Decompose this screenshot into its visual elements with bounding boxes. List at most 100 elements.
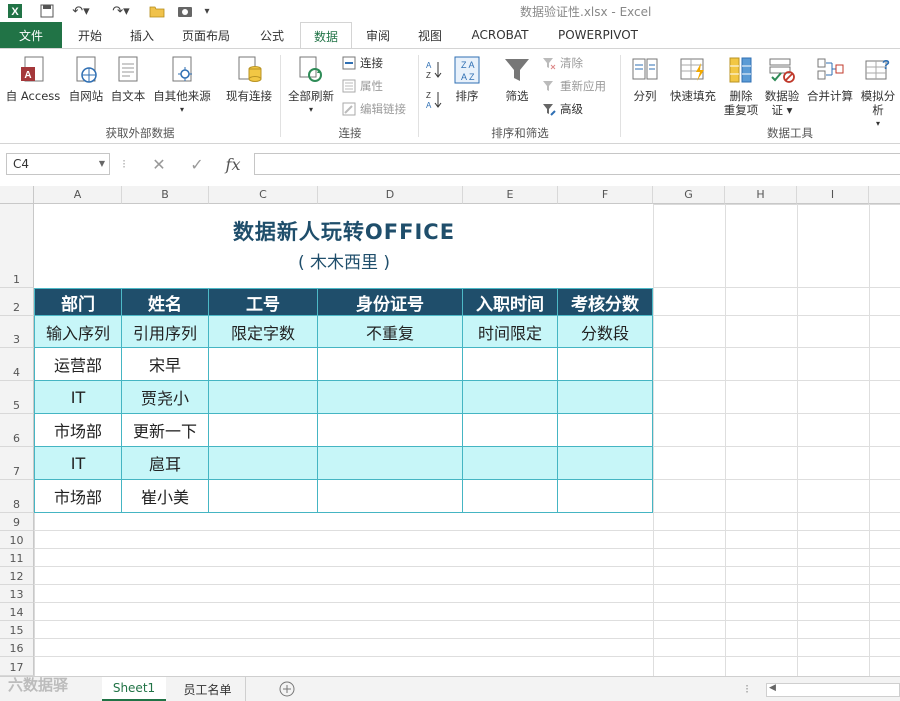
row-header-8[interactable]: 8 [0, 480, 34, 513]
cell-e4[interactable] [463, 348, 558, 381]
tab-data[interactable]: 数据 [300, 22, 352, 49]
cell-a6[interactable]: 市场部 [34, 414, 122, 447]
sheet-tab-employee-list[interactable]: 员工名单 [170, 677, 246, 701]
cell-d5[interactable] [318, 381, 463, 414]
cell-b4[interactable]: 宋早 [122, 348, 209, 381]
column-header-a[interactable]: A [34, 186, 122, 204]
cell-c8[interactable] [209, 480, 318, 513]
consolidate-button[interactable]: 合并计算 [804, 55, 856, 103]
cell-a8[interactable]: 市场部 [34, 480, 122, 513]
column-header-i[interactable]: I [797, 186, 869, 204]
cell-d6[interactable] [318, 414, 463, 447]
row-header-6[interactable]: 6 [0, 414, 34, 447]
row-header-15[interactable]: 15 [0, 621, 34, 639]
cell-e7[interactable] [463, 447, 558, 480]
row-header-2[interactable]: 2 [0, 288, 34, 316]
column-header-e[interactable]: E [463, 186, 558, 204]
cell-a5[interactable]: IT [34, 381, 122, 414]
cell-b6[interactable]: 更新一下 [122, 414, 209, 447]
column-header-g[interactable]: G [653, 186, 725, 204]
tab-page-layout[interactable]: 页面布局 [172, 22, 240, 48]
row-header-5[interactable]: 5 [0, 381, 34, 414]
cancel-icon[interactable]: ✕ [146, 153, 172, 175]
row-header-9[interactable]: 9 [0, 513, 34, 531]
tab-file[interactable]: 文件 [0, 22, 62, 48]
row-header-1[interactable]: 1 [0, 204, 34, 288]
cell-c6[interactable] [209, 414, 318, 447]
edit-links-button[interactable]: 编辑链接 [342, 101, 406, 117]
header-hire-date[interactable]: 入职时间 [463, 288, 558, 316]
tab-acrobat[interactable]: ACROBAT [462, 22, 538, 48]
column-header-c[interactable]: C [209, 186, 318, 204]
cell-f7[interactable] [558, 447, 653, 480]
cell-d8[interactable] [318, 480, 463, 513]
data-validation-button[interactable]: 数据验 证 ▾ [762, 55, 802, 117]
sort-button[interactable]: Z A A Z 排序 [448, 55, 486, 103]
connections-button[interactable]: 连接 [342, 55, 383, 71]
text-to-columns-button[interactable]: 分列 [626, 55, 664, 103]
cell-f8[interactable] [558, 480, 653, 513]
column-header-f[interactable]: F [558, 186, 653, 204]
column-header-h[interactable]: H [725, 186, 797, 204]
header-name[interactable]: 姓名 [122, 288, 209, 316]
properties-button[interactable]: 属性 [342, 78, 383, 94]
chevron-down-icon[interactable]: ▼ [99, 154, 105, 174]
cell-a4[interactable]: 运营部 [34, 348, 122, 381]
from-other-sources-button[interactable]: 自其他来源 ▾ [150, 55, 214, 117]
cell-b8[interactable]: 崔小美 [122, 480, 209, 513]
cell-e6[interactable] [463, 414, 558, 447]
cell-e5[interactable] [463, 381, 558, 414]
select-all-corner[interactable] [0, 186, 34, 204]
tab-insert[interactable]: 插入 [118, 22, 166, 48]
save-icon[interactable] [38, 2, 56, 20]
cell-b7[interactable]: 扈耳 [122, 447, 209, 480]
tab-view[interactable]: 视图 [408, 22, 452, 48]
row-header-14[interactable]: 14 [0, 603, 34, 621]
tab-formulas[interactable]: 公式 [248, 22, 296, 48]
open-folder-icon[interactable] [148, 2, 166, 20]
cell-c5[interactable] [209, 381, 318, 414]
what-if-analysis-button[interactable]: ? 模拟分析 ▾ [856, 55, 900, 131]
reapply-filter-button[interactable]: 重新应用 [542, 78, 606, 94]
header-department[interactable]: 部门 [34, 288, 122, 316]
worksheet-grid[interactable]: A B C D E F G H I 1 2 3 4 5 6 7 8 9 10 1… [0, 186, 900, 676]
rule-cell-c3[interactable]: 限定字数 [209, 316, 318, 348]
sort-ascending-button[interactable]: AZ [426, 59, 442, 81]
flash-fill-button[interactable]: 快速填充 [666, 55, 720, 103]
row-header-16[interactable]: 16 [0, 639, 34, 657]
sheet-tab-sheet1[interactable]: Sheet1 [102, 677, 166, 701]
rule-cell-f3[interactable]: 分数段 [558, 316, 653, 348]
redo-icon[interactable]: ↷▾ [108, 2, 134, 20]
row-header-11[interactable]: 11 [0, 549, 34, 567]
cell-e8[interactable] [463, 480, 558, 513]
cell-a7[interactable]: IT [34, 447, 122, 480]
remove-duplicates-button[interactable]: 删除 重复项 [720, 55, 762, 117]
tab-split-icon[interactable]: ⁝ [740, 677, 754, 701]
add-sheet-icon[interactable] [276, 677, 298, 701]
row-header-10[interactable]: 10 [0, 531, 34, 549]
from-text-button[interactable]: 自文本 [108, 55, 148, 103]
header-id-number[interactable]: 身份证号 [318, 288, 463, 316]
header-employee-id[interactable]: 工号 [209, 288, 318, 316]
row-header-12[interactable]: 12 [0, 567, 34, 585]
rule-cell-d3[interactable]: 不重复 [318, 316, 463, 348]
cell-f6[interactable] [558, 414, 653, 447]
tab-powerpivot[interactable]: POWERPIVOT [548, 22, 648, 48]
enter-check-icon[interactable]: ✓ [184, 153, 210, 175]
row-header-4[interactable]: 4 [0, 348, 34, 381]
column-header-b[interactable]: B [122, 186, 209, 204]
cell-c4[interactable] [209, 348, 318, 381]
customize-qat-icon[interactable]: ▾ [200, 2, 214, 20]
formula-input[interactable] [254, 153, 900, 175]
scroll-left-icon[interactable]: ◀ [769, 683, 776, 693]
clear-filter-button[interactable]: 清除 [542, 55, 583, 71]
header-score[interactable]: 考核分数 [558, 288, 653, 316]
row-header-7[interactable]: 7 [0, 447, 34, 480]
name-box[interactable]: C4 ▼ [6, 153, 110, 175]
advanced-filter-button[interactable]: 高级 [542, 101, 583, 117]
tab-home[interactable]: 开始 [66, 22, 114, 48]
cell-f4[interactable] [558, 348, 653, 381]
insert-function-icon[interactable]: fx [218, 153, 248, 175]
camera-icon[interactable] [176, 2, 194, 20]
column-header-d[interactable]: D [318, 186, 463, 204]
